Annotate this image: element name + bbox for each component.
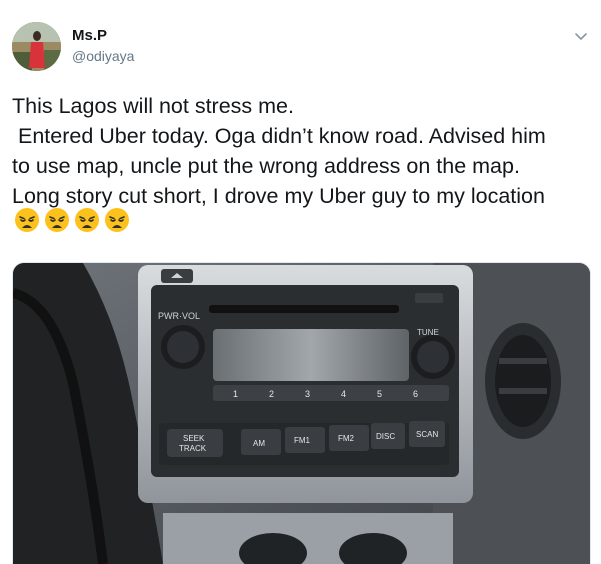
preset-4[interactable]: 4	[341, 389, 346, 399]
am-button[interactable]: AM	[253, 439, 265, 448]
preset-5[interactable]: 5	[377, 389, 382, 399]
fm1-button[interactable]: FM1	[294, 436, 311, 445]
fm2-button[interactable]: FM2	[338, 434, 355, 443]
track-label: TRACK	[179, 444, 207, 453]
emoji-row	[14, 207, 130, 237]
scan-button[interactable]: SCAN	[416, 430, 438, 439]
seek-label: SEEK	[183, 434, 205, 443]
tweet-card: Ms.P @odiyaya This Lagos will not stress…	[0, 0, 601, 564]
avatar-image	[12, 22, 61, 71]
weary-face-icon	[45, 208, 69, 232]
weary-face-icon	[75, 208, 99, 232]
preset-3[interactable]: 3	[305, 389, 310, 399]
author-name[interactable]: Ms.P	[72, 27, 107, 44]
preset-2[interactable]: 2	[269, 389, 274, 399]
preset-1[interactable]: 1	[233, 389, 238, 399]
weary-face-icon	[15, 208, 39, 232]
pwr-vol-label: PWR·VOL	[158, 311, 200, 321]
tweet-text: This Lagos will not stress me. Entered U…	[12, 94, 546, 208]
chevron-down-icon[interactable]	[571, 27, 591, 47]
disc-button[interactable]: DISC	[376, 432, 395, 441]
tweet-photo[interactable]: PWR·VOL TUNE 1 2 3 4 5 6 SEEK TRACK AM F…	[12, 262, 591, 564]
preset-6[interactable]: 6	[413, 389, 418, 399]
weary-face-icon	[105, 208, 129, 232]
avatar[interactable]	[12, 22, 61, 71]
tune-label: TUNE	[417, 328, 439, 337]
car-radio-photo: PWR·VOL TUNE 1 2 3 4 5 6 SEEK TRACK AM F…	[13, 263, 590, 564]
author-handle[interactable]: @odiyaya	[72, 48, 134, 64]
